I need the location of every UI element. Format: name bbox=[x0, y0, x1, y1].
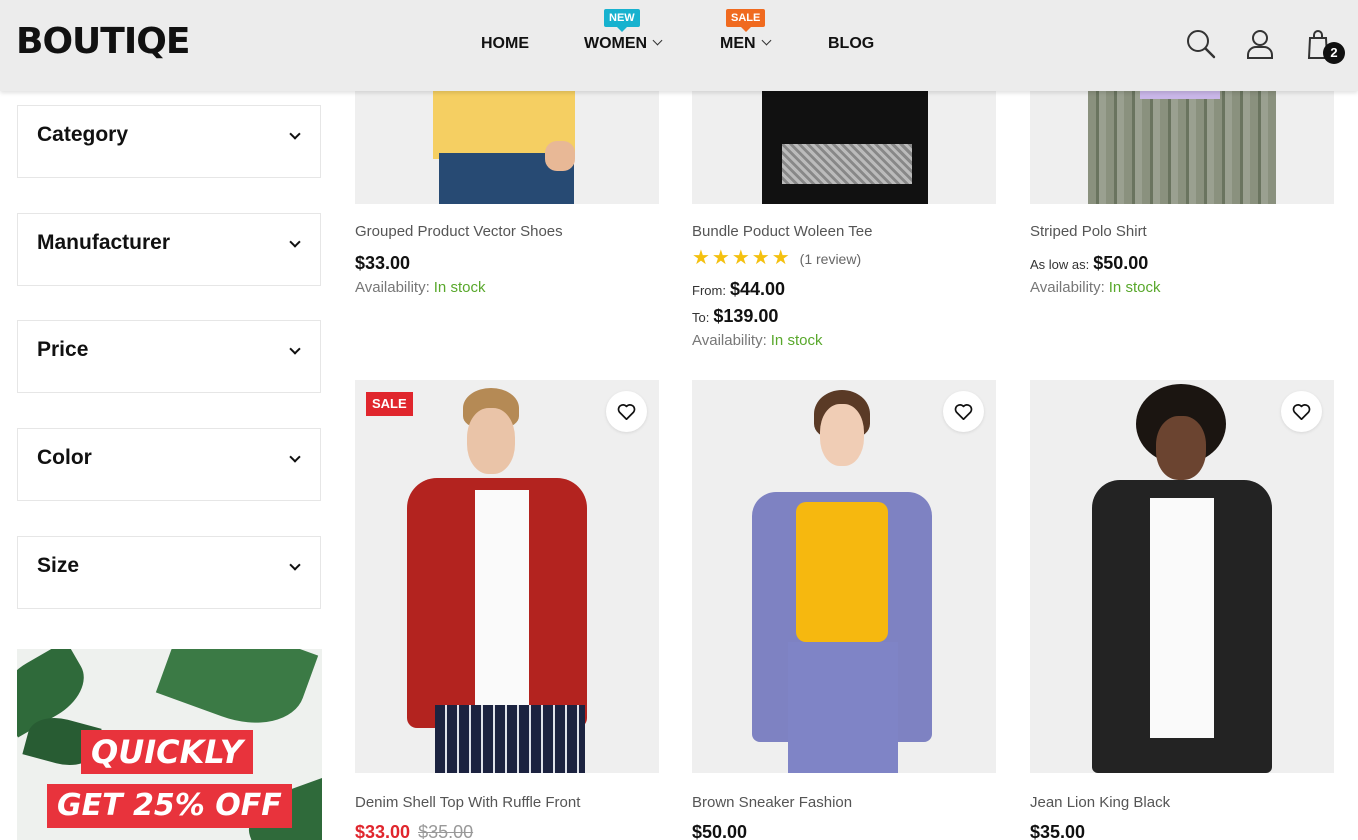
filter-size[interactable]: Size bbox=[17, 536, 321, 609]
product-name[interactable]: Bundle Poduct Woleen Tee bbox=[692, 223, 872, 240]
product-image[interactable] bbox=[692, 91, 996, 204]
availability-label: Availability: bbox=[1030, 279, 1105, 296]
nav-home[interactable]: HOME bbox=[481, 34, 529, 54]
lace-trim bbox=[782, 144, 912, 184]
product-name[interactable]: Jean Lion King Black bbox=[1030, 794, 1170, 811]
product-image[interactable] bbox=[355, 91, 659, 204]
account-icon[interactable] bbox=[1244, 28, 1276, 60]
nav-men-label: MEN bbox=[720, 35, 756, 52]
price-value: $50.00 bbox=[1093, 253, 1149, 273]
wishlist-button[interactable] bbox=[1281, 391, 1322, 432]
face bbox=[1156, 416, 1206, 480]
filter-label: Price bbox=[37, 338, 89, 361]
stock-status: In stock bbox=[770, 332, 823, 349]
from-label: From: bbox=[692, 283, 726, 298]
old-price: $35.00 bbox=[418, 822, 474, 840]
filter-label: Manufacturer bbox=[37, 231, 171, 254]
price-from: From: $44.00 bbox=[692, 279, 785, 300]
heart-icon bbox=[954, 404, 973, 420]
leaf-graphic bbox=[155, 649, 319, 741]
nav-home-label: HOME bbox=[481, 35, 529, 52]
to-label: To: bbox=[692, 310, 710, 325]
cart-icon[interactable]: 2 bbox=[1305, 28, 1345, 64]
stock-status: In stock bbox=[433, 279, 486, 296]
filter-label: Category bbox=[37, 123, 129, 146]
chevron-down-icon bbox=[289, 559, 301, 571]
product-price: $50.00 bbox=[692, 822, 748, 840]
chevron-down-icon bbox=[652, 35, 663, 46]
filter-label: Size bbox=[37, 554, 80, 577]
availability-label: Availability: bbox=[355, 279, 430, 296]
face bbox=[467, 408, 515, 474]
to-price: $139.00 bbox=[713, 306, 779, 326]
hand bbox=[545, 141, 575, 171]
promo-line1: QUICKLY bbox=[81, 730, 253, 774]
filter-price[interactable]: Price bbox=[17, 320, 321, 393]
chevron-down-icon bbox=[761, 35, 772, 46]
filter-category[interactable]: Category bbox=[17, 105, 321, 178]
lilac-top bbox=[1140, 91, 1220, 99]
product-name[interactable]: Grouped Product Vector Shoes bbox=[355, 223, 563, 240]
availability: Availability: In stock bbox=[355, 279, 485, 296]
chevron-down-icon bbox=[289, 343, 301, 355]
stock-status: In stock bbox=[1108, 279, 1161, 296]
chevron-down-icon bbox=[289, 236, 301, 248]
nav-women-label: WOMEN bbox=[584, 35, 648, 52]
site-header: BOUTIQE HOME NEW WOMEN SALE MEN BLOG 2 bbox=[0, 0, 1358, 91]
product-price: $33.00 bbox=[355, 253, 411, 273]
chevron-down-icon bbox=[289, 128, 301, 140]
sale-badge: SALE bbox=[726, 9, 766, 32]
purple-pants bbox=[788, 642, 898, 773]
availability: Availability: In stock bbox=[1030, 279, 1160, 296]
product-rating: ★★★★★ (1 review) bbox=[692, 245, 861, 270]
cart-count-badge: 2 bbox=[1323, 42, 1345, 64]
promo-banner[interactable]: QUICKLY GET 25% OFF bbox=[17, 649, 322, 840]
promo-line2: GET 25% OFF bbox=[47, 784, 292, 828]
plaid-suit bbox=[1088, 91, 1276, 204]
wishlist-button[interactable] bbox=[606, 391, 647, 432]
availability-label: Availability: bbox=[692, 332, 767, 349]
nav-blog[interactable]: BLOG bbox=[828, 34, 874, 54]
search-icon[interactable] bbox=[1185, 28, 1217, 60]
filter-color[interactable]: Color bbox=[17, 428, 321, 501]
filter-label: Color bbox=[37, 446, 92, 469]
yellow-top bbox=[796, 502, 888, 642]
product-price: $33.00 $35.00 bbox=[355, 822, 473, 840]
heart-icon bbox=[1292, 404, 1311, 420]
sale-price: $33.00 bbox=[355, 822, 411, 840]
face bbox=[820, 404, 864, 466]
from-price: $44.00 bbox=[729, 279, 786, 299]
white-tee bbox=[1150, 498, 1214, 738]
site-logo[interactable]: BOUTIQE bbox=[16, 22, 190, 62]
wishlist-button[interactable] bbox=[943, 391, 984, 432]
product-price: $35.00 bbox=[1030, 822, 1086, 840]
heart-icon bbox=[617, 404, 636, 420]
price-to: To: $139.00 bbox=[692, 306, 778, 327]
new-badge: NEW bbox=[604, 9, 640, 32]
white-tee bbox=[475, 490, 529, 730]
product-image[interactable] bbox=[692, 380, 996, 773]
product-image[interactable] bbox=[355, 380, 659, 773]
product-name[interactable]: Brown Sneaker Fashion bbox=[692, 794, 852, 811]
review-count[interactable]: (1 review) bbox=[800, 251, 861, 267]
nav-women[interactable]: NEW WOMEN bbox=[584, 9, 663, 54]
product-image[interactable] bbox=[1030, 380, 1334, 773]
sale-tag: SALE bbox=[366, 392, 413, 416]
product-name[interactable]: Denim Shell Top With Ruffle Front bbox=[355, 794, 580, 811]
product-price: As low as: $50.00 bbox=[1030, 253, 1148, 274]
chevron-down-icon bbox=[289, 451, 301, 463]
nav-men[interactable]: SALE MEN bbox=[720, 9, 772, 54]
product-image[interactable] bbox=[1030, 91, 1334, 204]
price-prefix: As low as: bbox=[1030, 257, 1090, 272]
availability: Availability: In stock bbox=[692, 332, 822, 349]
star-rating-icon: ★★★★★ bbox=[692, 247, 792, 269]
product-name[interactable]: Striped Polo Shirt bbox=[1030, 223, 1147, 240]
striped-pants bbox=[435, 705, 585, 773]
filter-manufacturer[interactable]: Manufacturer bbox=[17, 213, 321, 286]
nav-blog-label: BLOG bbox=[828, 35, 875, 52]
